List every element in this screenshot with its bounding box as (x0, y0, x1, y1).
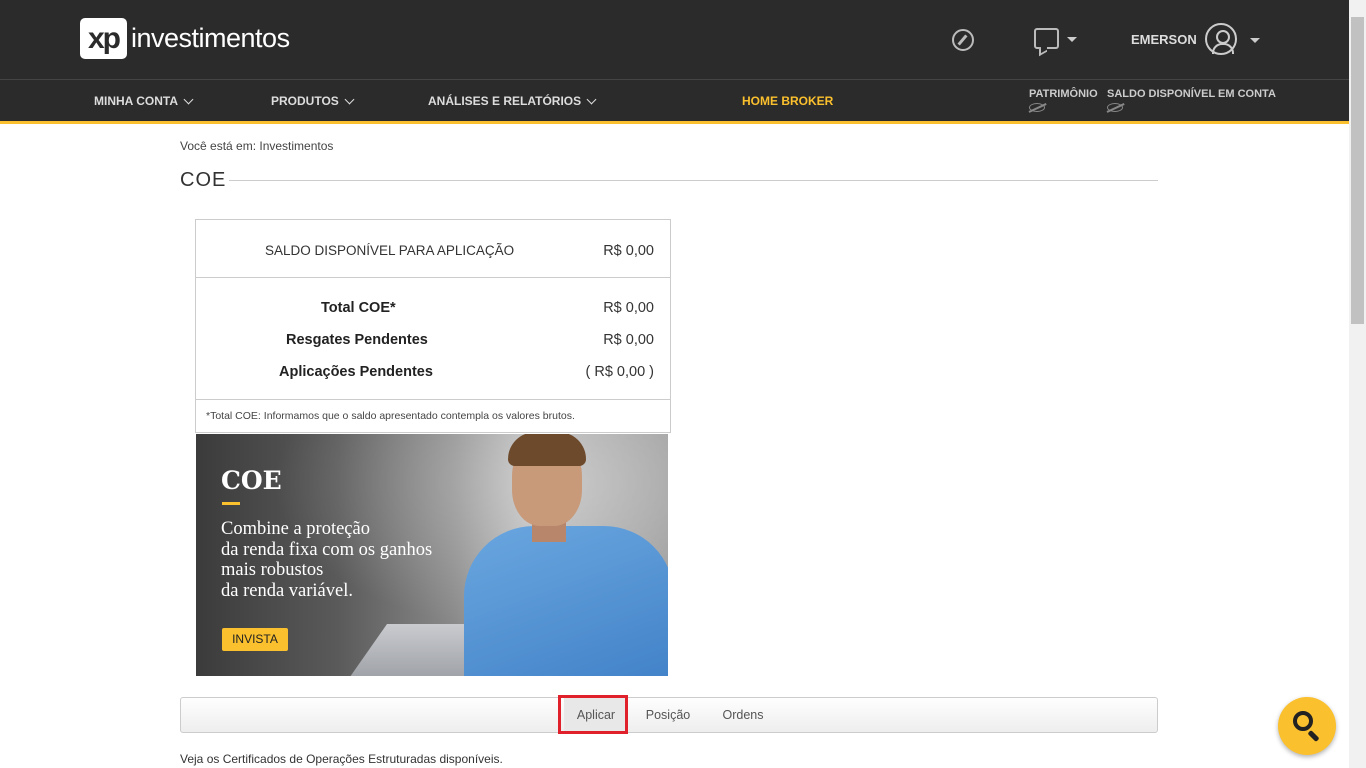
search-icon (1293, 711, 1313, 731)
banner-line: da renda fixa com os ganhos (221, 539, 433, 560)
saldo-conta-label: SALDO DISPONÍVEL EM CONTA (1107, 88, 1276, 100)
eye-hidden-icon[interactable] (1029, 103, 1045, 112)
compass-icon[interactable] (952, 29, 974, 51)
invista-button[interactable]: INVISTA (222, 628, 288, 651)
logo-text: investimentos (131, 23, 290, 53)
search-icon-handle (1307, 729, 1320, 743)
banner-person-shirt (464, 526, 668, 676)
xp-logo[interactable]: xp investimentos (80, 18, 290, 59)
aplicar-highlight (558, 695, 628, 734)
user-caret-down-icon[interactable] (1250, 38, 1260, 43)
banner-person-hair (508, 434, 586, 466)
coe-info-text: Veja os Certificados de Operações Estrut… (180, 752, 503, 766)
banner-underline (222, 502, 240, 505)
nav-minha-conta-label: MINHA CONTA (94, 94, 178, 108)
top-header: xp investimentos EMERSON (0, 0, 1349, 79)
balance-note: *Total COE: Informamos que o saldo apres… (206, 410, 575, 422)
nav-minha-conta[interactable]: MINHA CONTA (94, 94, 194, 108)
available-balance-value: R$ 0,00 (603, 243, 654, 259)
user-avatar-icon[interactable] (1205, 23, 1237, 55)
app-root: xp investimentos EMERSON MINHA CONTA PRO… (0, 0, 1366, 768)
tab-posicao[interactable]: Posição (638, 698, 698, 732)
tab-ordens[interactable]: Ordens (714, 698, 772, 732)
available-balance-label: SALDO DISPONÍVEL PARA APLICAÇÃO (265, 243, 515, 258)
nav-produtos[interactable]: PRODUTOS (271, 94, 355, 108)
saldo-conta-stat[interactable]: SALDO DISPONÍVEL EM CONTA (1107, 88, 1276, 112)
nav-analises-relatorios[interactable]: ANÁLISES E RELATÓRIOS (428, 94, 597, 108)
scrollbar-thumb[interactable] (1351, 17, 1364, 324)
search-fab-button[interactable] (1278, 697, 1336, 755)
logo-mark: xp (80, 18, 127, 59)
chevron-down-icon (183, 94, 194, 104)
nav-analises-label: ANÁLISES E RELATÓRIOS (428, 94, 582, 108)
aplicacoes-pendentes-label: Aplicações Pendentes (279, 364, 433, 380)
chat-icon[interactable] (1034, 28, 1059, 49)
total-coe-value: R$ 0,00 (603, 300, 654, 316)
chat-caret-down-icon[interactable] (1067, 37, 1077, 42)
patrimonio-label: PATRIMÔNIO (1029, 88, 1098, 100)
balance-panel: SALDO DISPONÍVEL PARA APLICAÇÃO R$ 0,00 … (195, 219, 671, 433)
total-coe-label: Total COE* (321, 300, 396, 316)
page-scrollbar[interactable] (1349, 0, 1366, 768)
eye-hidden-icon[interactable] (1107, 103, 1123, 112)
coe-banner[interactable]: COE Combine a proteção da renda fixa com… (196, 434, 668, 676)
page-title: COE (180, 169, 227, 191)
nav-produtos-label: PRODUTOS (271, 94, 339, 108)
banner-line: Combine a proteção (221, 519, 370, 539)
banner-text: Combine a proteção da renda fixa com os … (221, 519, 432, 601)
resgates-pendentes-value: R$ 0,00 (603, 332, 654, 348)
chevron-down-icon (344, 94, 355, 104)
banner-line: mais robustos (221, 560, 324, 580)
breadcrumb: Você está em: Investimentos (180, 139, 334, 153)
banner-line: da renda variável. (221, 580, 353, 601)
chevron-down-icon (586, 94, 597, 104)
main-nav: MINHA CONTA PRODUTOS ANÁLISES E RELATÓRI… (0, 79, 1349, 124)
aplicacoes-pendentes-value: ( R$ 0,00 ) (585, 364, 655, 380)
coe-tabs: Aplicar Posição Ordens (180, 697, 1158, 733)
nav-home-broker[interactable]: HOME BROKER (742, 94, 833, 108)
patrimonio-stat[interactable]: PATRIMÔNIO (1029, 88, 1098, 112)
balance-note-row: *Total COE: Informamos que o saldo apres… (196, 399, 670, 433)
user-name[interactable]: EMERSON (1131, 32, 1197, 47)
available-balance-row: SALDO DISPONÍVEL PARA APLICAÇÃO R$ 0,00 (196, 220, 670, 278)
banner-title: COE (221, 466, 282, 495)
resgates-pendentes-label: Resgates Pendentes (286, 332, 428, 348)
title-divider (229, 180, 1158, 181)
